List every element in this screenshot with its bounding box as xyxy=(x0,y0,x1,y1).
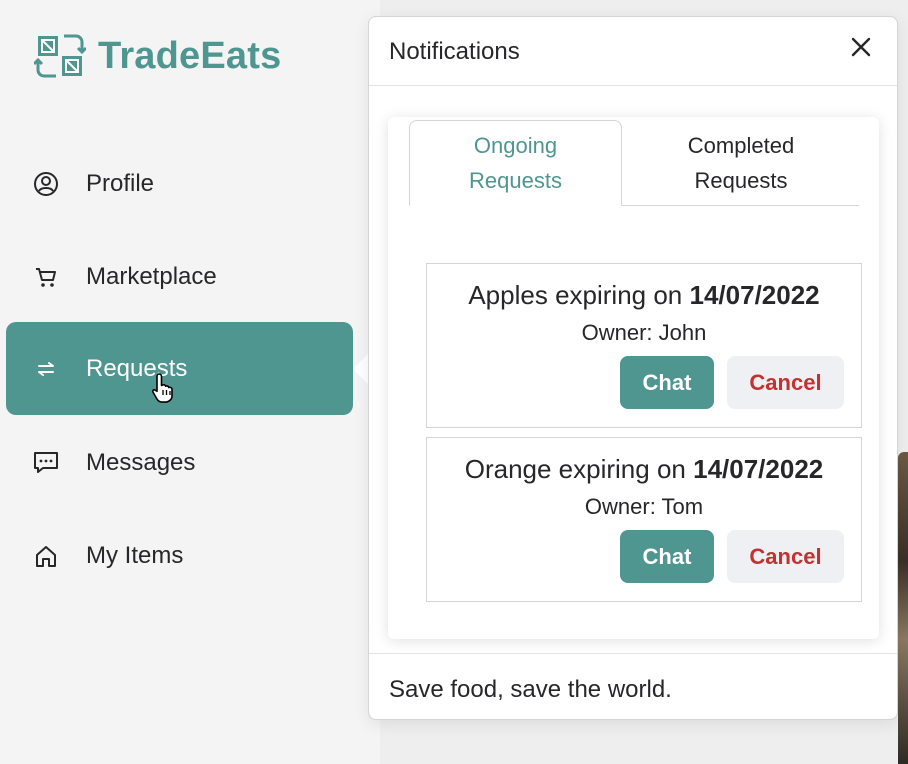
sidebar-item-label: Messages xyxy=(86,448,196,476)
request-expiry-date: 14/07/2022 xyxy=(693,454,824,484)
app-name: TradeEats xyxy=(98,34,282,77)
home-icon xyxy=(32,542,60,570)
request-item-text: Orange expiring on xyxy=(464,454,686,484)
sidebar-item-label: My Items xyxy=(86,541,184,569)
sidebar-item-messages[interactable]: Messages xyxy=(6,416,353,509)
cancel-button[interactable]: Cancel xyxy=(727,356,844,409)
request-title: Apples expiring on 14/07/2022 xyxy=(427,280,861,311)
footer-tagline: Save food, save the world. xyxy=(389,676,672,703)
background-photo xyxy=(898,452,908,764)
chat-button[interactable]: Chat xyxy=(620,530,714,583)
popover-footer: Save food, save the world. xyxy=(369,653,897,720)
popover-header: Notifications xyxy=(369,17,897,86)
cancel-button[interactable]: Cancel xyxy=(727,530,844,583)
app-logo[interactable]: TradeEats xyxy=(34,30,281,82)
sidebar-item-marketplace[interactable]: Marketplace xyxy=(6,230,353,323)
sidebar-item-requests[interactable]: Requests xyxy=(6,322,353,415)
chat-button[interactable]: Chat xyxy=(620,356,714,409)
request-item-text: Apples expiring on xyxy=(468,280,683,310)
sidebar-item-label: Marketplace xyxy=(86,262,217,290)
request-owner: Owner: John xyxy=(581,320,707,345)
tab-label-line1: Completed xyxy=(687,133,795,158)
sidebar-item-profile[interactable]: Profile xyxy=(6,137,353,230)
swap-arrows-icon xyxy=(32,355,60,383)
user-circle-icon xyxy=(32,170,60,198)
popover-title: Notifications xyxy=(389,38,520,65)
request-expiry-date: 14/07/2022 xyxy=(689,280,820,310)
request-card: Orange expiring on 14/07/2022 Owner: Tom… xyxy=(426,437,862,602)
sidebar-item-label: Profile xyxy=(86,169,155,197)
tab-label-line1: Ongoing xyxy=(473,133,558,158)
request-title: Orange expiring on 14/07/2022 xyxy=(427,454,861,485)
hand-pointer-cursor-icon xyxy=(151,373,173,403)
request-card: Apples expiring on 14/07/2022 Owner: Joh… xyxy=(426,263,862,428)
request-tabs: Ongoing Requests Completed Requests xyxy=(409,120,859,206)
close-icon[interactable] xyxy=(845,31,877,63)
tab-completed-requests[interactable]: Completed Requests xyxy=(631,120,851,206)
tab-label-line2: Requests xyxy=(694,168,788,193)
notifications-popover: Notifications Ongoing Requests Completed… xyxy=(368,16,898,720)
cart-icon xyxy=(32,263,60,291)
trade-logo-icon xyxy=(34,34,86,78)
sidebar-item-my-items[interactable]: My Items xyxy=(6,509,353,602)
tab-label-line2: Requests xyxy=(469,168,562,193)
tab-ongoing-requests[interactable]: Ongoing Requests xyxy=(409,120,622,206)
request-owner: Owner: Tom xyxy=(584,494,704,519)
chat-bubble-icon xyxy=(32,449,60,477)
requests-panel: Ongoing Requests Completed Requests Appl… xyxy=(388,117,879,639)
